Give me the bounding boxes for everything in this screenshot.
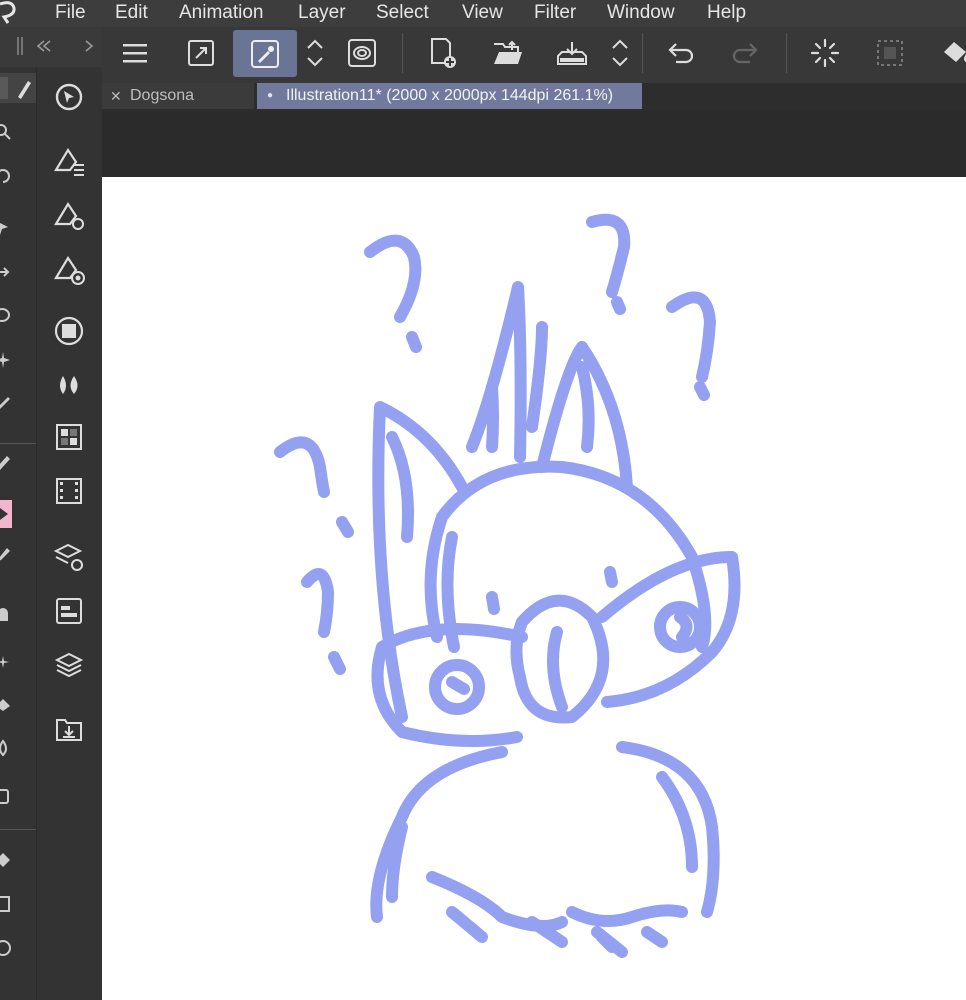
navigator-icon[interactable] bbox=[51, 79, 87, 115]
menu-window[interactable]: Window bbox=[607, 1, 675, 25]
rotate-icon[interactable] bbox=[0, 167, 12, 185]
import-icon[interactable] bbox=[51, 711, 87, 747]
toolbar-divider bbox=[402, 33, 403, 73]
layers-icon[interactable] bbox=[51, 647, 87, 683]
menu-file[interactable]: File bbox=[55, 1, 86, 25]
command-bar bbox=[102, 27, 966, 83]
ruler-tool-icon[interactable] bbox=[0, 939, 12, 957]
move-icon[interactable] bbox=[0, 263, 12, 281]
select-arrow-icon[interactable] bbox=[0, 219, 12, 237]
color-square-icon[interactable] bbox=[51, 313, 87, 349]
fill-icon[interactable] bbox=[932, 30, 966, 76]
lasso-icon[interactable] bbox=[0, 307, 12, 325]
tab-label: Dogsona bbox=[130, 87, 195, 104]
sketch-drawing bbox=[274, 213, 741, 958]
airbrush-icon[interactable] bbox=[0, 605, 12, 623]
spiral-icon[interactable] bbox=[339, 30, 385, 76]
redo-icon[interactable] bbox=[722, 30, 768, 76]
pen-tool-icon[interactable] bbox=[0, 455, 12, 473]
pencil-tool-active[interactable] bbox=[0, 500, 12, 528]
brush-settings-icon[interactable] bbox=[51, 197, 87, 233]
eraser-icon[interactable] bbox=[0, 695, 12, 713]
collapse-icon bbox=[36, 40, 51, 52]
figure-tool-icon[interactable] bbox=[0, 851, 12, 869]
color-set-icon[interactable] bbox=[51, 419, 87, 455]
undo-icon[interactable] bbox=[658, 30, 704, 76]
app-logo-icon[interactable] bbox=[0, 0, 22, 27]
loading-icon[interactable] bbox=[802, 30, 848, 76]
brush-add-icon[interactable] bbox=[51, 143, 87, 179]
canvas-margin bbox=[102, 111, 966, 177]
tab-close-icon[interactable]: ✕ bbox=[110, 83, 122, 109]
tool-strip bbox=[0, 27, 102, 1000]
save-icon[interactable] bbox=[549, 30, 595, 76]
color-drops-icon[interactable] bbox=[51, 367, 87, 403]
decoration-icon[interactable] bbox=[0, 653, 12, 671]
up-down-icon[interactable] bbox=[597, 30, 643, 76]
drawing-canvas[interactable] bbox=[102, 177, 966, 1000]
tool-divider bbox=[0, 829, 36, 830]
zoom-icon[interactable] bbox=[0, 123, 12, 141]
tab-dogsona[interactable]: ✕ Dogsona bbox=[102, 83, 254, 109]
tool-pen-active[interactable] bbox=[0, 73, 36, 103]
menu-select[interactable]: Select bbox=[376, 1, 429, 25]
palette-panel bbox=[36, 67, 103, 1000]
menu-bar: File Edit Animation Layer Select View Fi… bbox=[0, 0, 966, 27]
magic-wand-icon[interactable] bbox=[0, 351, 12, 369]
eyedropper-tool-icon[interactable] bbox=[0, 395, 12, 413]
menu-view[interactable]: View bbox=[462, 1, 503, 25]
eyedropper-icon[interactable] bbox=[233, 30, 297, 77]
toolbar-divider bbox=[642, 33, 643, 73]
up-down-icon[interactable] bbox=[292, 30, 338, 76]
selection-icon[interactable] bbox=[867, 30, 913, 76]
menu-help[interactable]: Help bbox=[707, 1, 746, 25]
unsaved-dot-icon: ● bbox=[267, 90, 274, 101]
brush-tool-icon[interactable] bbox=[0, 547, 12, 565]
brush-target-icon[interactable] bbox=[51, 251, 87, 287]
menu-animation[interactable]: Animation bbox=[179, 1, 264, 25]
menu-layer[interactable]: Layer bbox=[298, 1, 346, 25]
blend-icon[interactable] bbox=[0, 739, 12, 757]
open-folder-icon[interactable] bbox=[485, 30, 531, 76]
fill-tool-icon[interactable] bbox=[0, 787, 12, 805]
timeline-film-icon[interactable] bbox=[51, 473, 87, 509]
expand-right-icon bbox=[85, 40, 94, 52]
toolbar-divider bbox=[786, 33, 787, 73]
menu-filter[interactable]: Filter bbox=[534, 1, 576, 25]
tab-illustration11[interactable]: ● Illustration11* (2000 x 2000px 144dpi … bbox=[257, 83, 642, 109]
tab-label: Illustration11* (2000 x 2000px 144dpi 26… bbox=[286, 87, 614, 104]
tool-strip-header bbox=[0, 27, 102, 67]
layer-property-icon[interactable] bbox=[51, 539, 87, 575]
frame-tool-icon[interactable] bbox=[0, 895, 12, 913]
menu-icon[interactable] bbox=[112, 30, 158, 76]
new-layer-icon[interactable] bbox=[420, 30, 466, 76]
document-tab-bar: ✕ Dogsona ● Illustration11* (2000 x 2000… bbox=[102, 83, 966, 111]
tool-property-icon[interactable] bbox=[51, 593, 87, 629]
tool-divider bbox=[0, 443, 36, 444]
expand-icon[interactable] bbox=[178, 30, 224, 76]
menu-edit[interactable]: Edit bbox=[115, 1, 148, 25]
